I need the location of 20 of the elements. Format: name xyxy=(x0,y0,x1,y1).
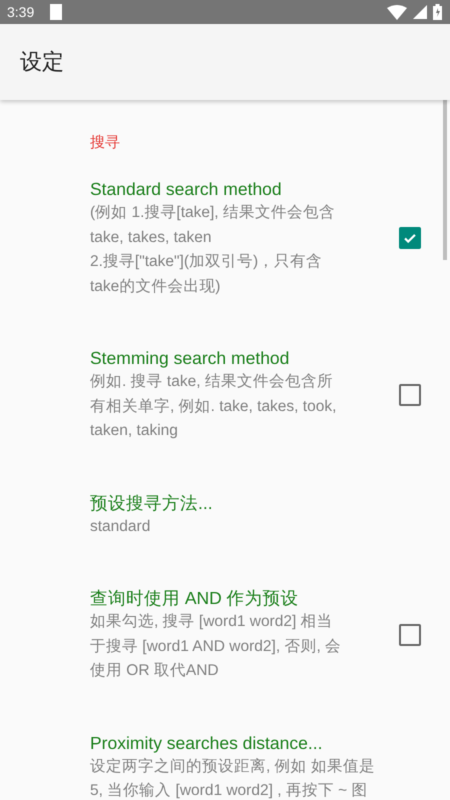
checkbox[interactable] xyxy=(399,624,421,646)
checkbox[interactable] xyxy=(399,384,421,406)
checkbox[interactable] xyxy=(399,227,421,249)
signal-icon xyxy=(413,5,427,19)
wifi-icon xyxy=(387,4,407,20)
preference-summary: standard xyxy=(90,516,152,536)
status-time: 3:39 xyxy=(7,4,34,20)
preference-summary: 设定两字之间的预设距离, 例如 如果值是5, 当你输入 [word1 word2] , 再按下 ~ 图 xyxy=(90,756,376,800)
preference-title[interactable]: Stemming search method xyxy=(90,346,290,370)
screen-title: 设定 xyxy=(20,49,64,77)
preference-summary: 例如. 搜寻 take, 结果文件会包含所有相关单字, 例如. take, takes, took, taken, taking xyxy=(90,372,338,441)
preference-title[interactable]: 查询时使用 AND 作为预设 xyxy=(90,586,299,610)
preference-title[interactable]: Proximity searches distance... xyxy=(90,730,322,754)
category-header: 搜寻 xyxy=(90,132,120,152)
notification-icon xyxy=(50,4,62,20)
preference-title[interactable]: 预设搜寻方法... xyxy=(90,490,213,514)
preference-title[interactable]: Standard search method xyxy=(90,177,282,201)
preference-summary: (例如 1.搜寻[take], 结果文件会包含 take, takes, taken 2.搜寻["take"](加双引号)，只有含 take的文件会出现) xyxy=(90,203,336,296)
preference-summary: 如果勾选, 搜寻 [word1 word2] 相当于搜寻 [word1 AND word2], 否则, 会使用 OR 取代AND xyxy=(90,612,342,681)
battery-icon xyxy=(433,4,442,20)
